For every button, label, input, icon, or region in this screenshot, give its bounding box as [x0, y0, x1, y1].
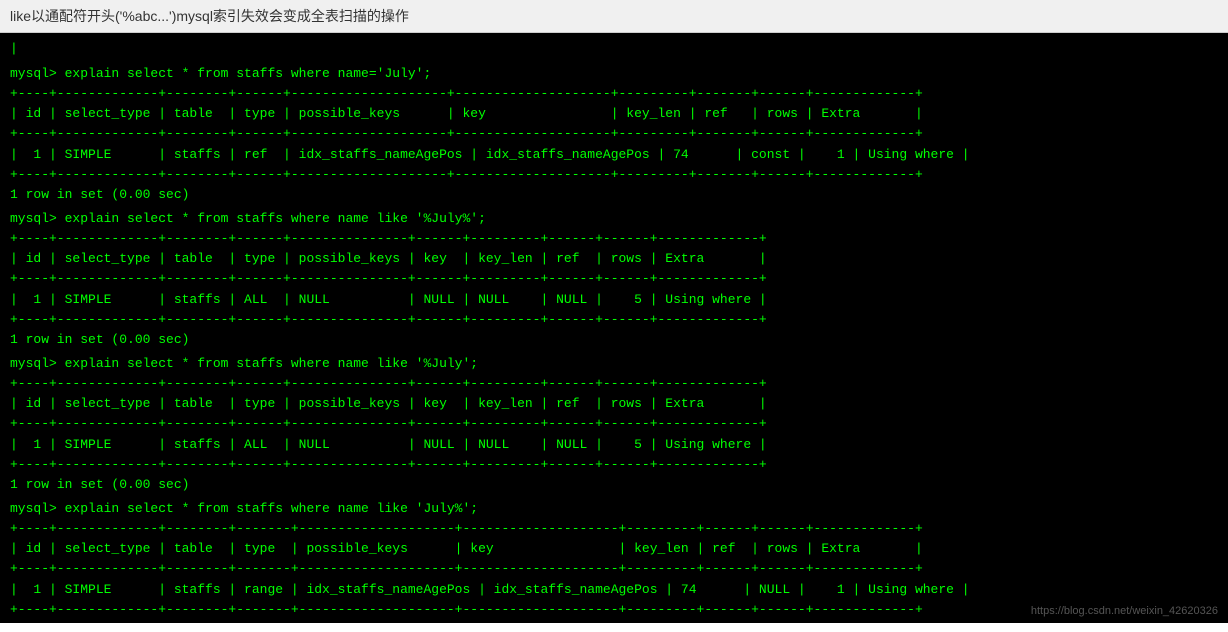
terminal-line: 1 row in set (0.00 sec)	[10, 475, 1218, 495]
terminal-line: 1 row in set (0.00 sec)	[10, 330, 1218, 350]
title-bar: like以通配符开头('%abc...')mysql索引失效会变成全表扫描的操作	[0, 0, 1228, 33]
terminal-line: 1 row in set (0.00 sec)	[10, 185, 1218, 205]
cursor-line: |	[10, 41, 1218, 56]
terminal-line: 1 row in set (0.00 sec)	[10, 620, 1218, 623]
terminal-line: +----+-------------+--------+------+----…	[10, 84, 1218, 104]
block3: mysql> explain select * from staffs wher…	[10, 354, 1218, 495]
watermark: https://blog.csdn.net/weixin_42620326	[1031, 605, 1218, 617]
terminal-line: mysql> explain select * from staffs wher…	[10, 499, 1218, 519]
block2: mysql> explain select * from staffs wher…	[10, 209, 1218, 350]
block1: mysql> explain select * from staffs wher…	[10, 64, 1218, 205]
terminal-line: +----+-------------+--------+------+----…	[10, 229, 1218, 249]
terminal-line: | 1 | SIMPLE | staffs | ALL | NULL | NUL…	[10, 290, 1218, 310]
terminal-line: +----+-------------+--------+------+----…	[10, 269, 1218, 289]
terminal-line: +----+-------------+--------+-------+---…	[10, 559, 1218, 579]
terminal-line: mysql> explain select * from staffs wher…	[10, 209, 1218, 229]
terminal-line: | id | select_type | table | type | poss…	[10, 249, 1218, 269]
terminal-line: | id | select_type | table | type | poss…	[10, 394, 1218, 414]
terminal-line: +----+-------------+--------+------+----…	[10, 374, 1218, 394]
terminal-line: +----+-------------+--------+------+----…	[10, 124, 1218, 144]
terminal-line: +----+-------------+--------+------+----…	[10, 414, 1218, 434]
terminal-line: mysql> explain select * from staffs wher…	[10, 64, 1218, 84]
title-text: like以通配符开头('%abc...')mysql索引失效会变成全表扫描的操作	[10, 8, 409, 24]
terminal-line: +----+-------------+--------+------+----…	[10, 310, 1218, 330]
terminal-line: | 1 | SIMPLE | staffs | ALL | NULL | NUL…	[10, 435, 1218, 455]
terminal: | mysql> explain select * from staffs wh…	[0, 33, 1228, 623]
terminal-line: | 1 | SIMPLE | staffs | ref | idx_staffs…	[10, 145, 1218, 165]
terminal-line: +----+-------------+--------+------+----…	[10, 455, 1218, 475]
terminal-line: | id | select_type | table | type | poss…	[10, 104, 1218, 124]
terminal-line: | 1 | SIMPLE | staffs | range | idx_staf…	[10, 580, 1218, 600]
terminal-line: +----+-------------+--------+------+----…	[10, 165, 1218, 185]
terminal-line: +----+-------------+--------+-------+---…	[10, 519, 1218, 539]
cursor: |	[10, 41, 18, 56]
terminal-line: mysql> explain select * from staffs wher…	[10, 354, 1218, 374]
blocks-container: mysql> explain select * from staffs wher…	[10, 64, 1218, 623]
terminal-line: | id | select_type | table | type | poss…	[10, 539, 1218, 559]
